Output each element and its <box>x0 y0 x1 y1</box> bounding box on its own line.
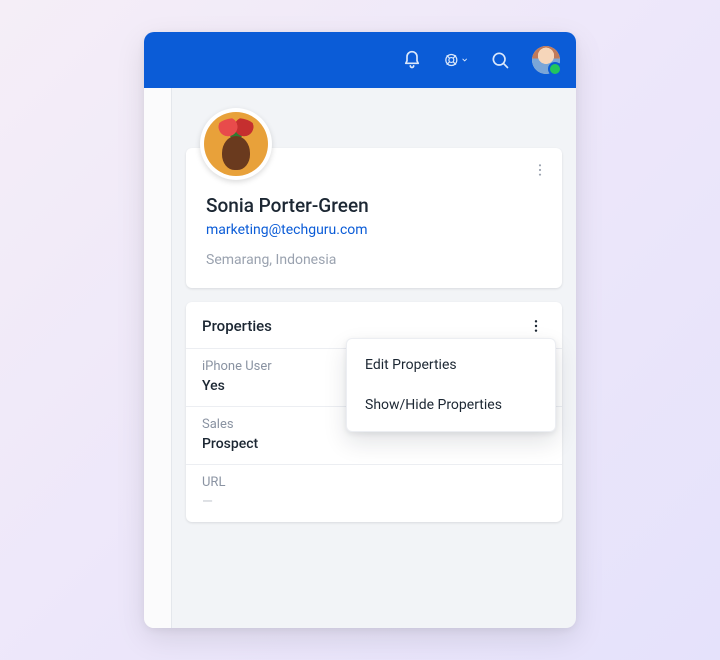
main-panel: Sonia Porter-Green marketing@techguru.co… <box>172 88 576 628</box>
chevron-down-icon <box>461 55 468 65</box>
profile-card: Sonia Porter-Green marketing@techguru.co… <box>186 148 562 288</box>
avatar-image <box>204 112 268 176</box>
profile-more-button[interactable] <box>528 158 552 182</box>
menu-item-show-hide-properties[interactable]: Show/Hide Properties <box>347 385 555 425</box>
profile-email-link[interactable]: marketing@techguru.com <box>206 222 368 238</box>
profile-name: Sonia Porter-Green <box>206 194 542 217</box>
property-value: Prospect <box>202 436 546 452</box>
search-icon[interactable] <box>488 48 512 72</box>
menu-item-edit-properties[interactable]: Edit Properties <box>347 345 555 385</box>
current-user-avatar[interactable] <box>532 46 560 74</box>
top-bar <box>144 32 576 88</box>
properties-dropdown-menu: Edit Properties Show/Hide Properties <box>346 338 556 432</box>
sidebar <box>144 88 172 628</box>
properties-card: Properties iPhone User Yes Sales Prospec… <box>186 302 562 522</box>
properties-more-button[interactable] <box>526 316 546 336</box>
property-label: URL <box>202 475 546 490</box>
more-vertical-icon <box>528 318 544 334</box>
properties-title: Properties <box>202 317 272 335</box>
property-value: — <box>202 494 546 510</box>
notifications-icon[interactable] <box>400 48 424 72</box>
profile-location: Semarang, Indonesia <box>206 252 542 268</box>
help-icon[interactable] <box>444 48 468 72</box>
avatar-image <box>532 46 560 74</box>
app-body: Sonia Porter-Green marketing@techguru.co… <box>144 88 576 628</box>
profile-avatar[interactable] <box>200 108 272 180</box>
more-vertical-icon <box>532 162 548 178</box>
property-row[interactable]: URL — <box>186 464 562 522</box>
app-window: Sonia Porter-Green marketing@techguru.co… <box>144 32 576 628</box>
